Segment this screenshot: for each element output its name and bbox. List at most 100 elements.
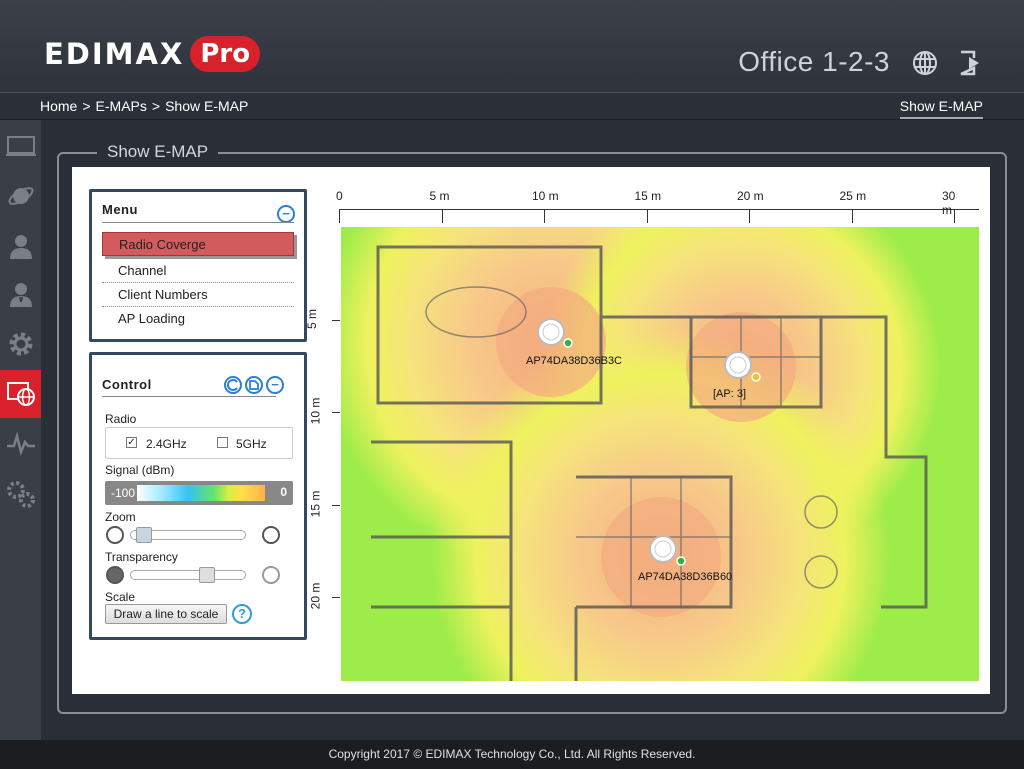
- ap-status-dot-1: [563, 338, 573, 348]
- transparent-icon[interactable]: [262, 566, 280, 584]
- x-tick-mark: [646, 209, 648, 223]
- divider: [102, 396, 276, 397]
- zoom-slider[interactable]: [130, 527, 246, 543]
- breadcrumb: Home > E-MAPs > Show E-MAP: [40, 98, 248, 114]
- logo-text: EDIMAX: [44, 37, 185, 71]
- menu-item-channel[interactable]: Channel: [102, 259, 294, 283]
- gears-icon: [6, 481, 35, 508]
- x-tick-label: 20 m: [737, 189, 764, 203]
- x-tick-label: 5 m: [429, 189, 450, 203]
- ap-status-dot-3: [676, 556, 686, 566]
- y-tick-label: 5 m: [305, 308, 320, 329]
- app-header: EDIMAX Pro Office 1-2-3: [0, 0, 1024, 92]
- scale-label: Scale: [105, 590, 136, 604]
- refresh-button[interactable]: [224, 376, 242, 394]
- breadcrumb-separator: >: [151, 98, 161, 114]
- breadcrumb-separator: >: [82, 98, 91, 114]
- transparency-slider-thumb[interactable]: [199, 567, 215, 583]
- x-tick-label: 25 m: [839, 189, 867, 203]
- planet-icon: [7, 187, 34, 205]
- x-tick-mark: [954, 209, 955, 223]
- radio-label: Radio: [105, 412, 137, 426]
- checkbox-24ghz[interactable]: ✓: [126, 437, 137, 448]
- x-tick-mark: [749, 209, 750, 223]
- logout-icon[interactable]: [957, 49, 985, 77]
- signal-label: Signal (dBm): [105, 463, 175, 477]
- menu-title: Menu: [102, 202, 138, 217]
- user-icon: [9, 235, 32, 259]
- collapse-control-button[interactable]: −: [266, 376, 284, 394]
- tab-show-emap[interactable]: Show E-MAP: [899, 98, 983, 119]
- ap-label-2: [AP: 3]: [713, 388, 747, 400]
- signal-legend: -100 0: [105, 481, 293, 505]
- breadcrumb-home[interactable]: Home: [40, 98, 77, 114]
- zoom-label: Zoom: [105, 510, 136, 524]
- radio-24ghz-label: 2.4GHz: [146, 437, 187, 451]
- sidebar-item-zones[interactable]: [0, 172, 41, 220]
- y-tick-label: 20 m: [308, 582, 323, 610]
- sidebar-item-system[interactable]: [0, 470, 41, 518]
- radio-5ghz-label: 5GHz: [236, 437, 267, 451]
- zoom-in-icon[interactable]: [262, 526, 280, 544]
- monitor-icon: [5, 136, 36, 156]
- heatmap-canvas[interactable]: AP74DA38D36B3C [AP: 3] AP74DA38D36B60: [341, 227, 979, 681]
- menu-item-client-numbers[interactable]: Client Numbers: [102, 283, 294, 307]
- floor-map[interactable]: AP74DA38D36B3C [AP: 3] AP74DA38D36B60 0 5…: [305, 179, 979, 681]
- y-tick-mark: [332, 597, 340, 598]
- map-globe-icon: [6, 382, 35, 406]
- y-tick-mark: [332, 319, 340, 321]
- edimax-pro-logo[interactable]: EDIMAX Pro: [44, 34, 261, 74]
- zoom-slider-thumb[interactable]: [136, 527, 152, 543]
- checkbox-5ghz[interactable]: [217, 437, 228, 448]
- y-tick-label: 15 m: [308, 490, 323, 517]
- zoom-out-icon[interactable]: [106, 526, 124, 544]
- copyright-text: Copyright 2017 © EDIMAX Technology Co., …: [328, 747, 696, 761]
- x-tick-label: 10 m: [532, 189, 559, 203]
- signal-max: 0: [280, 485, 287, 499]
- sidebar-item-users[interactable]: [0, 222, 41, 270]
- breadcrumb-show-emap[interactable]: Show E-MAP: [165, 98, 248, 114]
- y-tick-mark: [332, 412, 340, 413]
- sidebar: [0, 120, 41, 740]
- sidebar-item-admins[interactable]: [0, 270, 41, 318]
- y-tick-mark: [332, 504, 340, 506]
- transparency-label: Transparency: [105, 550, 178, 564]
- draw-scale-line-button[interactable]: Draw a line to scale: [105, 604, 227, 624]
- language-globe-icon[interactable]: [911, 49, 939, 77]
- save-layout-button[interactable]: [245, 376, 263, 394]
- sidebar-item-monitor[interactable]: [0, 420, 41, 468]
- breadcrumb-bar: Home > E-MAPs > Show E-MAP Show E-MAP: [0, 92, 1024, 120]
- save-icon: [249, 380, 259, 390]
- x-tick-mark: [544, 209, 545, 223]
- admin-user-icon: [9, 283, 32, 307]
- pulse-icon: [6, 432, 35, 456]
- x-tick-mark: [339, 209, 340, 223]
- ap-label-3: AP74DA38D36B60: [638, 571, 733, 583]
- main-content: Show E-MAP Menu − Radio Coverge Channel …: [41, 120, 1024, 740]
- radio-band-group: ✓ 2.4GHz 5GHz: [105, 427, 293, 459]
- x-tick-label: 0: [336, 189, 343, 203]
- ap-label-1: AP74DA38D36B3C: [526, 355, 623, 367]
- menu-item-radio-coverage[interactable]: Radio Coverge: [102, 232, 294, 256]
- control-panel: Control − Radio ✓ 2.4GHz 5GHz Signal (dB…: [89, 352, 307, 640]
- menu-item-ap-loading[interactable]: AP Loading: [102, 307, 294, 331]
- site-name: Office 1-2-3: [738, 46, 890, 77]
- sidebar-item-emap[interactable]: [0, 370, 41, 418]
- transparency-slider[interactable]: [130, 567, 246, 583]
- section-title: Show E-MAP: [97, 142, 219, 162]
- sidebar-item-dashboard[interactable]: [0, 122, 41, 170]
- x-ruler: [339, 209, 979, 210]
- divider: [102, 222, 294, 223]
- footer: Copyright 2017 © EDIMAX Technology Co., …: [0, 740, 1024, 769]
- control-title: Control: [102, 377, 152, 392]
- signal-min: -100: [111, 486, 136, 500]
- gear-icon: [9, 332, 32, 356]
- collapse-menu-button[interactable]: −: [277, 205, 295, 223]
- sidebar-item-settings[interactable]: [0, 320, 41, 368]
- opaque-icon[interactable]: [106, 566, 124, 584]
- breadcrumb-emaps[interactable]: E-MAPs: [96, 98, 147, 114]
- y-tick-label: 10 m: [308, 397, 323, 425]
- heatmap-svg: [341, 227, 979, 681]
- emap-panel: Menu − Radio Coverge Channel Client Numb…: [72, 167, 990, 694]
- help-icon[interactable]: ?: [232, 604, 252, 624]
